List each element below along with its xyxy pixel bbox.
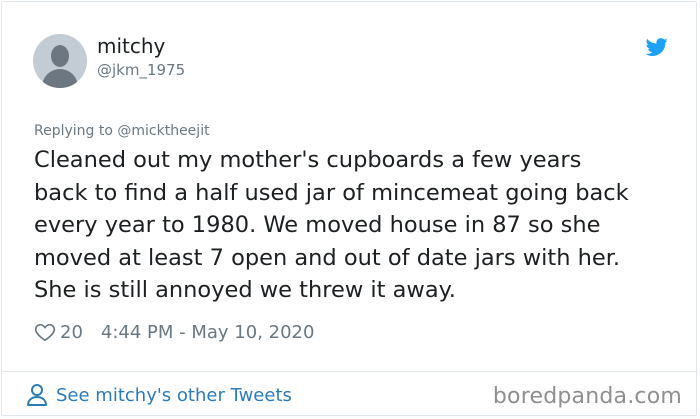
replying-to[interactable]: Replying to @micktheejit [34, 121, 210, 141]
avatar[interactable] [33, 34, 87, 88]
timestamp[interactable]: 4:44 PM - May 10, 2020 [101, 322, 315, 343]
heart-icon[interactable] [34, 321, 56, 343]
avatar-shoulders [42, 69, 78, 88]
see-other-tweets-link[interactable]: See mitchy's other Tweets [26, 383, 292, 407]
user-handle[interactable]: @jkm_1975 [97, 60, 185, 80]
like-count[interactable]: 20 [60, 322, 83, 343]
tweet-text: Cleaned out my mother's cupboards a few … [34, 147, 629, 304]
avatar-head [51, 45, 69, 67]
tweet-meta: 20 4:44 PM - May 10, 2020 [34, 320, 314, 344]
display-name[interactable]: mitchy [97, 34, 165, 58]
watermark: boredpanda.com [492, 384, 682, 409]
see-other-tweets-label[interactable]: See mitchy's other Tweets [56, 385, 292, 406]
twitter-bird-icon[interactable] [644, 36, 670, 58]
person-icon [27, 384, 47, 406]
tweet-card: mitchy @jkm_1975 Replying to @micktheeji… [1, 1, 698, 416]
divider [2, 371, 698, 372]
